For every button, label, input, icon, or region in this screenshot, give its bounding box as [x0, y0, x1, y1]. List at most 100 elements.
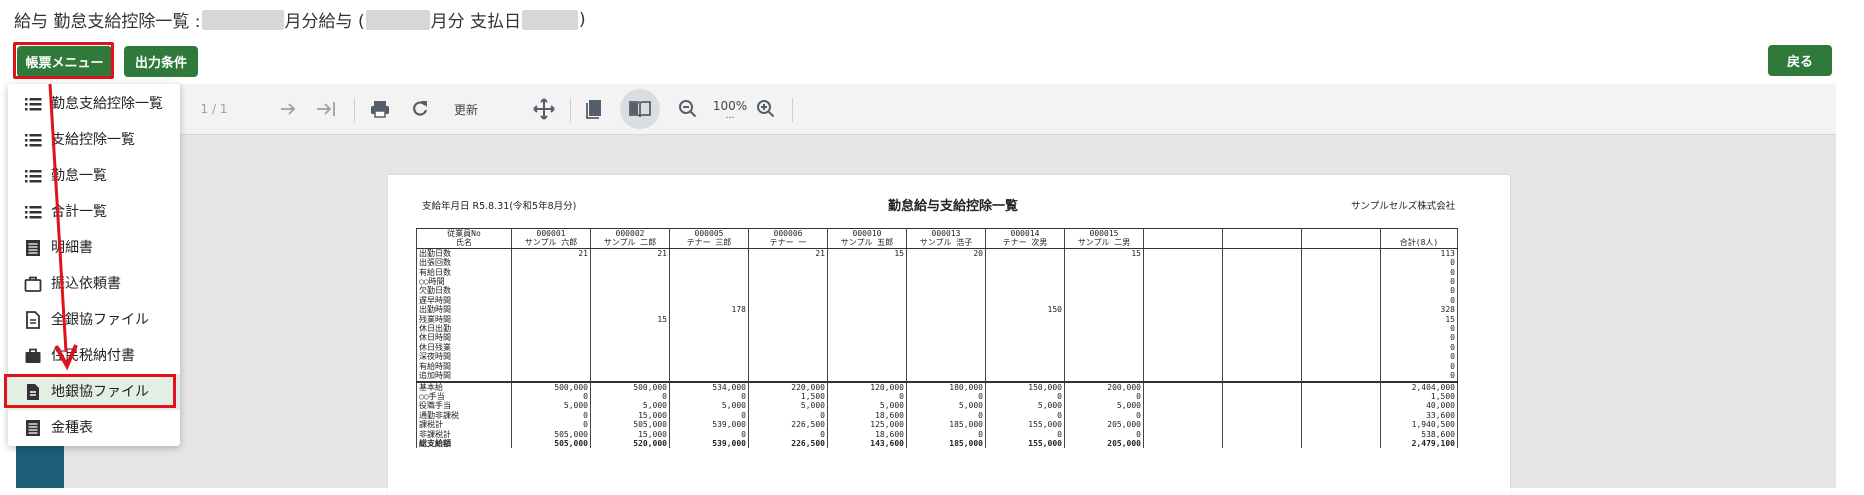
table-cell: 0 — [669, 410, 749, 421]
output-conditions-button[interactable]: 出力条件 — [124, 46, 198, 77]
table-cell — [827, 286, 907, 296]
table-cell: 000010 — [827, 228, 907, 239]
menu-item[interactable]: 支給控除一覧 — [8, 122, 180, 158]
menu-item[interactable]: 住民税納付書 — [8, 338, 180, 374]
table-cell: 538,600 — [1380, 429, 1458, 439]
table-cell: サンプル 浩子 — [906, 238, 986, 249]
menu-item[interactable]: 振込依頼書 — [8, 266, 180, 302]
menu-item-label: 合計一覧 — [51, 204, 107, 220]
table-cell — [669, 371, 749, 382]
table-cell: 通勤非課税 — [416, 410, 512, 421]
table-cell: 220,000 — [748, 380, 828, 392]
table-cell: 5,000 — [1064, 401, 1144, 411]
table-cell — [1222, 342, 1302, 353]
table-cell — [669, 277, 749, 287]
table-cell — [1301, 438, 1381, 449]
table-cell — [1143, 228, 1223, 239]
table-cell: 残業時間 — [416, 314, 512, 325]
table-cell — [1301, 295, 1381, 306]
table-cell — [1301, 420, 1381, 430]
zoom-in-icon[interactable] — [748, 84, 784, 134]
refresh-label[interactable]: 更新 — [444, 84, 488, 134]
table-cell — [748, 267, 828, 278]
table-cell: 5,000 — [511, 401, 591, 411]
table-cell: 155,000 — [985, 420, 1065, 430]
table-cell: 欠勤日数 — [416, 286, 512, 296]
table-cell — [827, 258, 907, 268]
table-cell — [985, 324, 1065, 334]
menu-item[interactable]: 合計一覧 — [8, 194, 180, 230]
table-cell — [1222, 295, 1302, 306]
menu-item-label: 明細書 — [51, 240, 93, 256]
next-page-icon[interactable] — [270, 84, 306, 134]
table-cell: 000002 — [590, 228, 670, 239]
zoom-out-icon[interactable] — [670, 84, 706, 134]
table-cell — [827, 352, 907, 362]
table-cell: 1,500 — [748, 391, 828, 402]
list-icon — [24, 203, 42, 221]
table-cell: 0 — [748, 429, 828, 439]
table-cell: 15,000 — [590, 410, 670, 421]
table-cell — [1064, 371, 1144, 382]
table-cell: 15,000 — [590, 429, 670, 439]
table-cell — [1301, 391, 1381, 402]
move-icon[interactable] — [526, 84, 562, 134]
table-cell — [748, 314, 828, 325]
print-icon[interactable] — [362, 84, 398, 134]
table-row: 総支給額 505,000 520,000 539,000 226,500 143,600 1… — [416, 438, 1458, 449]
table-cell: 休日残業 — [416, 342, 512, 353]
table-cell — [1301, 333, 1381, 343]
menu-item[interactable]: 勤怠一覧 — [8, 158, 180, 194]
single-page-icon[interactable] — [576, 84, 612, 134]
table-cell — [1143, 295, 1223, 306]
table-cell — [1222, 258, 1302, 268]
last-page-icon[interactable] — [308, 84, 344, 134]
table-cell — [1222, 429, 1302, 439]
table-row: ○○時間 0 — [416, 277, 1458, 287]
table-cell: 0 — [1380, 352, 1458, 362]
table-cell — [511, 361, 591, 372]
zoom-level[interactable]: 100% … — [708, 84, 752, 134]
table-cell: 328 — [1380, 305, 1458, 315]
table-cell — [1301, 410, 1381, 421]
table-cell — [827, 333, 907, 343]
table-cell — [1301, 258, 1381, 268]
table-cell: サンプル 二男 — [1064, 238, 1144, 249]
table-cell — [906, 371, 986, 382]
menu-item-label: 住民税納付書 — [51, 348, 135, 364]
table-cell: 505,000 — [511, 438, 591, 449]
menu-item[interactable]: 勤怠支給控除一覧 — [8, 86, 180, 122]
table-cell: 0 — [1380, 342, 1458, 353]
table-cell: 539,000 — [669, 438, 749, 449]
menu-item-label: 支給控除一覧 — [51, 132, 135, 148]
back-button[interactable]: 戻る — [1768, 45, 1832, 76]
table-cell — [906, 314, 986, 325]
table-cell — [1064, 295, 1144, 306]
menu-item[interactable]: 金種表 — [8, 410, 180, 446]
table-cell: 0 — [1380, 333, 1458, 343]
table-cell — [906, 305, 986, 315]
table-cell — [1301, 429, 1381, 439]
report-title: 勤怠給与支給控除一覧 — [888, 199, 1019, 214]
table-cell: 従業員No — [416, 228, 512, 239]
title-suffix: ) — [579, 9, 586, 30]
table-cell: 0 — [669, 429, 749, 439]
menu-item-label: 全銀協ファイル — [51, 312, 149, 328]
table-cell — [511, 352, 591, 362]
table-cell — [511, 286, 591, 296]
table-cell — [1064, 305, 1144, 315]
document-lines-icon — [24, 419, 42, 437]
refresh-icon[interactable] — [402, 84, 438, 134]
table-cell — [1301, 371, 1381, 382]
book-view-icon[interactable] — [620, 89, 660, 129]
menu-item[interactable]: 明細書 — [8, 230, 180, 266]
table-cell — [1222, 238, 1302, 249]
table-cell — [1301, 305, 1381, 315]
table-cell — [1222, 314, 1302, 325]
table-cell: 505,000 — [511, 429, 591, 439]
menu-item[interactable]: 全銀協ファイル — [8, 302, 180, 338]
report-table: 従業員No 000001 000002 000005 000006 000010 00001… — [416, 228, 1458, 449]
table-cell: 基本給 — [416, 380, 512, 392]
viewer-toolbar: 1 / 1 更新 100% … — [36, 84, 1836, 135]
report-viewer: 1 / 1 更新 100% … 支給年月日 R5.8.31(令和5年8月分) 勤… — [36, 84, 1836, 495]
